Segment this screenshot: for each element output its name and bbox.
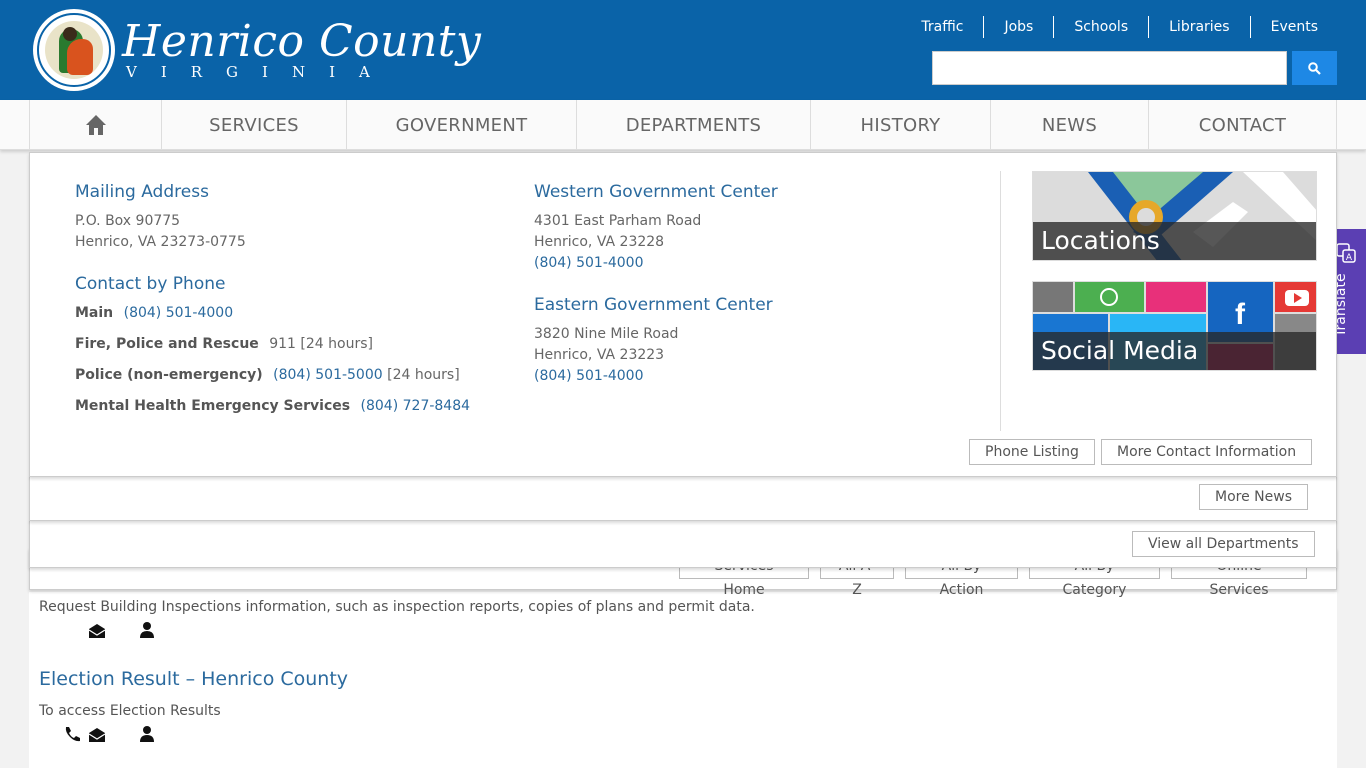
person-icon[interactable] [138,725,156,743]
services-list: Request Building Inspections information… [29,592,1337,768]
view-all-departments-button[interactable]: View all Departments [1132,531,1315,557]
item1-description: Request Building Inspections information… [39,599,755,615]
western-phone-link[interactable]: (804) 501-4000 [534,253,778,274]
western-line-1: 4301 East Parham Road [534,213,702,229]
logo-subtitle: VIRGINIA [126,63,394,81]
eastern-line-2: Henrico, VA 23223 [534,347,665,363]
search-button[interactable] [1292,51,1337,85]
email-icon[interactable] [88,622,106,640]
contact-dropdown-panel: Mailing Address P.O. Box 90775 Henrico, … [29,152,1337,477]
quick-link-traffic[interactable]: Traffic [901,16,983,38]
mailing-address-heading: Mailing Address [75,182,209,202]
phone-label: Police (non-emergency) [75,367,263,383]
county-seal-logo[interactable] [33,9,115,91]
home-icon [85,115,106,135]
eastern-line-1: 3820 Nine Mile Road [534,326,679,342]
quick-link-jobs[interactable]: Jobs [983,16,1053,38]
quick-link-events[interactable]: Events [1249,16,1338,38]
locations-tile-label: Locations [1033,222,1316,260]
contact-column-middle: Western Government Center 4301 East Parh… [534,181,778,387]
item2-description: To access Election Results [39,703,221,719]
email-icon[interactable] [88,726,106,744]
more-contact-info-button[interactable]: More Contact Information [1101,439,1313,465]
contact-by-phone-heading: Contact by Phone [75,274,226,294]
phone-note: [24 hours] [300,336,373,352]
quick-link-libraries[interactable]: Libraries [1148,16,1249,38]
person-icon[interactable] [138,621,156,639]
search-input[interactable] [932,51,1287,85]
site-header: Henrico County VIRGINIA Traffic Jobs Sch… [0,0,1366,100]
mailing-line-2: Henrico, VA 23273-0775 [75,234,246,250]
phone-row-mental-health: Mental Health Emergency Services (804) 7… [75,396,470,417]
locations-tile[interactable]: Locations [1032,171,1317,261]
nav-departments[interactable]: DEPARTMENTS [577,100,811,150]
item2-title-link[interactable]: Election Result – Henrico County [39,668,348,690]
phone-icon[interactable] [63,725,81,743]
phone-label: Fire, Police and Rescue [75,336,259,352]
phone-row-police-non-emergency: Police (non-emergency) (804) 501-5000 [2… [75,365,470,386]
departments-dropdown: View all Departments [29,520,1337,568]
more-news-button[interactable]: More News [1199,484,1308,510]
quick-links: Traffic Jobs Schools Libraries Events [901,16,1338,38]
nav-history[interactable]: HISTORY [811,100,991,150]
translate-icon: A [1336,243,1356,263]
phone-row-fire-police: Fire, Police and Rescue 911 [24 hours] [75,334,470,355]
phone-listing-button[interactable]: Phone Listing [969,439,1095,465]
nav-news[interactable]: NEWS [991,100,1149,150]
svg-text:f: f [1235,298,1246,331]
quick-link-schools[interactable]: Schools [1053,16,1148,38]
social-media-tile-label: Social Media [1033,332,1316,370]
phone-note: [24 hours] [387,367,460,383]
nav-home[interactable] [30,100,162,150]
eastern-center-heading: Eastern Government Center [534,295,773,315]
phone-row-main: Main (804) 501-4000 [75,303,470,324]
contact-column-left: Mailing Address P.O. Box 90775 Henrico, … [75,181,470,417]
mailing-line-1: P.O. Box 90775 [75,213,181,229]
phone-label: Main [75,305,114,321]
western-center-heading: Western Government Center [534,182,778,202]
social-media-tile[interactable]: f Social Media [1032,281,1317,371]
news-dropdown: More News [29,476,1337,521]
column-divider [1000,171,1001,431]
eastern-phone-link[interactable]: (804) 501-4000 [534,366,778,387]
phone-number: 911 [269,336,296,352]
logo-title[interactable]: Henrico County [122,18,481,66]
search-icon [1308,62,1321,75]
phone-link[interactable]: (804) 501-5000 [273,367,383,383]
svg-text:A: A [1346,253,1353,263]
nav-contact[interactable]: CONTACT [1149,100,1337,150]
phone-link[interactable]: (804) 501-4000 [124,305,234,321]
phone-label: Mental Health Emergency Services [75,398,351,414]
western-line-2: Henrico, VA 23228 [534,234,665,250]
phone-link[interactable]: (804) 727-8484 [361,398,471,414]
nav-government[interactable]: GOVERNMENT [347,100,577,150]
main-nav: SERVICES GOVERNMENT DEPARTMENTS HISTORY … [0,100,1366,150]
nav-services[interactable]: SERVICES [162,100,347,150]
